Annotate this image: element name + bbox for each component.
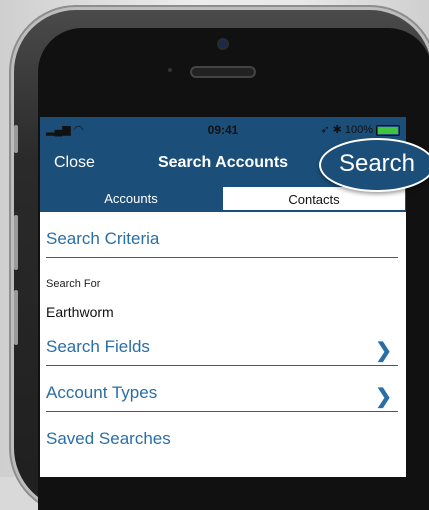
- volume-down-button: [14, 290, 18, 345]
- search-for-label: Search For: [46, 278, 101, 290]
- status-bar: ▂▄▆ ◠ 09:41 ➶ ✱ 100%: [40, 117, 406, 142]
- search-for-input[interactable]: Earthworm: [46, 304, 400, 320]
- front-camera: [219, 40, 227, 48]
- status-right: ➶ ✱ 100%: [320, 123, 400, 136]
- search-fields-label: Search Fields: [46, 337, 150, 356]
- account-types-label: Account Types: [46, 383, 158, 402]
- battery-icon: [376, 124, 400, 136]
- search-button[interactable]: Search: [319, 138, 429, 192]
- search-criteria-header: Search Criteria: [46, 212, 398, 258]
- saved-searches-row[interactable]: Saved Searches: [46, 412, 398, 457]
- proximity-sensor: [168, 68, 172, 72]
- earpiece-speaker: [190, 66, 256, 78]
- chevron-right-icon: ❯: [375, 340, 392, 362]
- search-fields-row[interactable]: Search Fields ❯: [46, 320, 398, 366]
- saved-searches-label: Saved Searches: [46, 429, 171, 448]
- account-types-row[interactable]: Account Types ❯: [46, 366, 398, 412]
- chevron-right-icon: ❯: [375, 386, 392, 408]
- volume-up-button: [14, 215, 18, 270]
- tab-accounts[interactable]: Accounts: [40, 186, 222, 211]
- search-criteria-title: Search Criteria: [46, 229, 160, 248]
- battery-percent: ➶ ✱ 100%: [320, 124, 373, 136]
- mute-switch: [14, 125, 18, 153]
- segmented-control: Accounts Contacts: [40, 186, 406, 212]
